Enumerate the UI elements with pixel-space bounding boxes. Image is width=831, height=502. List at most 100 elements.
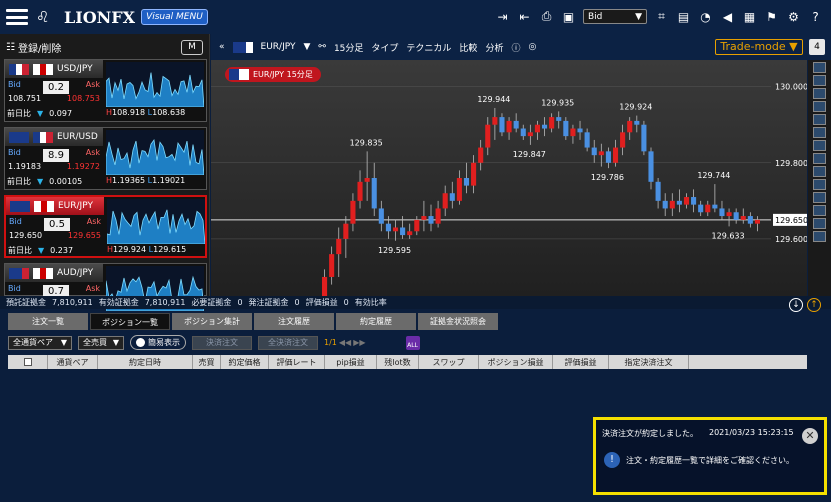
settings-icon[interactable]: ⚙ [786,10,801,24]
column-header[interactable]: 評価損益 [553,355,609,369]
high-low: H129.924 L129.615 [107,245,187,254]
vline-icon[interactable] [813,153,826,164]
ask-button[interactable]: 1.19272 [67,162,100,171]
type-button[interactable]: タイプ [371,41,398,54]
candlestick-chart: 130.000 129.800 129.650 129.600 129.944 129.9… [211,83,808,316]
cursor-icon[interactable] [813,62,826,73]
wave-icon[interactable] [813,205,826,216]
hline-icon[interactable] [813,140,826,151]
simple-view-toggle[interactable]: 簡易表示 [130,335,186,350]
down-arrow-icon[interactable]: ↓ [789,298,803,312]
crosshair-icon[interactable] [813,75,826,86]
column-header[interactable]: ポジション損益 [479,355,553,369]
column-header[interactable]: pip損益 [325,355,377,369]
info-icon[interactable]: ⓘ [511,41,520,54]
prev-page-icon[interactable]: ◀◀ [339,338,351,347]
alert-icon[interactable] [813,101,826,112]
compare-button[interactable]: 比較 [459,41,477,54]
pair-box-usd-jpy[interactable]: USD/JPY Bid Ask 0.2 108.751 108.753 前日比 ▼… [4,59,207,122]
next-page-icon[interactable]: ▶▶ [353,338,365,347]
up-arrow-icon[interactable]: ↑ [807,298,821,312]
flag-icon [33,63,54,75]
target-icon[interactable]: ◎ [528,42,536,52]
column-header[interactable]: スワップ [419,355,479,369]
hand-icon[interactable] [813,179,826,190]
fib-icon[interactable] [813,166,826,177]
analysis-button[interactable]: 分析 [485,41,503,54]
tab-0[interactable]: 注文一覧 [8,313,88,330]
pair-name: EUR/USD [57,132,98,142]
select-all-checkbox[interactable] [23,358,32,366]
announce-icon[interactable]: ◀ [720,10,735,24]
bid-button[interactable]: 108.751 [8,94,41,103]
ask-label: Ask [85,148,100,157]
bell-icon[interactable] [813,88,826,99]
lock-icon[interactable] [813,231,826,242]
column-header[interactable]: 評価レート [269,355,325,369]
import-icon[interactable]: ⇤ [517,10,532,24]
pair-filter-dropdown[interactable]: 全通貨ペア ▼ [8,335,72,350]
m-button[interactable]: M [181,39,203,55]
candle [449,193,455,201]
trade-mode-label: Trade-mode [720,40,786,53]
close-icon[interactable]: ✕ [802,428,818,444]
settle-order-button[interactable]: 決済注文 [192,335,252,350]
pair-select[interactable]: EUR/JPY [261,42,296,52]
list-icon: ☷ [6,41,15,53]
eraser-icon[interactable] [813,218,826,229]
all-settle-order-button[interactable]: 全決済注文 [258,335,318,350]
trade-mode-button[interactable]: Trade-mode ▼ [715,39,803,55]
side-filter-dropdown[interactable]: 全売買 ▼ [78,335,124,350]
column-header[interactable]: 約定価格 [221,355,269,369]
print-icon[interactable]: ⎙ [539,9,554,24]
pie-chart-icon[interactable]: ◔ [698,10,713,24]
chart-area[interactable]: 130.000 129.800 129.650 129.600 129.944 129.9… [211,60,808,316]
candle [371,178,377,209]
bid-button[interactable]: 129.650 [9,231,42,240]
calendar-icon[interactable]: ▦ [742,10,757,24]
line-icon[interactable] [813,114,826,125]
tab-1[interactable]: ポジション一覧 [90,313,170,330]
tab-4[interactable]: 約定履歴 [336,313,416,330]
all-icon[interactable]: ALL [405,335,420,350]
flag-icon[interactable]: ⚑ [764,10,779,24]
bid-select[interactable]: Bid ▼ [583,9,647,24]
ray-icon[interactable] [813,127,826,138]
pair-box-eur-jpy[interactable]: EUR/JPY Bid Ask 0.5 129.650 129.655 前日比 ▼… [4,195,207,258]
column-header[interactable]: 通貨ペア [48,355,98,369]
save-icon[interactable]: ▣ [561,10,576,24]
toast-title: 決済注文が約定しました。 [602,429,698,438]
zoom-icon[interactable] [813,192,826,203]
export-icon[interactable]: ⇥ [495,10,510,24]
tab-2[interactable]: ポジション集計 [172,313,252,330]
candle [683,197,690,205]
chart-count[interactable]: 4 [809,39,825,55]
collapse-icon[interactable]: « [219,42,225,52]
chevron-down-icon[interactable]: ▼ [303,42,310,52]
pair-name: USD/JPY [57,64,93,74]
visual-menu-button[interactable]: Visual MENU [141,9,208,25]
tab-3[interactable]: 注文履歴 [254,313,334,330]
column-header[interactable]: 売買 [193,355,221,369]
column-header[interactable]: 指定決済注文 [609,355,689,369]
news-icon[interactable]: ▤ [676,10,691,24]
pair-box-eur-usd[interactable]: EUR/USD Bid Ask 8.9 1.19183 1.19272 前日比 ▼… [4,127,207,190]
pair-box-aud-jpy[interactable]: AUD/JPY Bid Ask 0.7 H L [4,263,207,321]
menu-icon[interactable] [6,9,28,25]
technical-button[interactable]: テクニカル [406,41,451,54]
timeframe-button[interactable]: 15分足 [334,41,363,54]
candle [669,200,675,209]
mini-chart [106,62,204,107]
help-icon[interactable]: ? [808,10,823,24]
tab-5[interactable]: 証拠金状況照会 [418,313,498,330]
register-button[interactable]: ☷ 登録/削除 [6,40,61,55]
column-header[interactable] [8,355,48,369]
spread: 8.9 [43,149,69,162]
column-header[interactable]: 約定日時 [98,355,193,369]
ask-button[interactable]: 129.655 [68,231,101,240]
column-header[interactable]: 残lot数 [377,355,419,369]
bid-button[interactable]: 1.19183 [8,162,41,171]
ask-button[interactable]: 108.753 [67,94,100,103]
rate-icon[interactable]: ⌗ [654,9,669,24]
candle [478,147,484,163]
